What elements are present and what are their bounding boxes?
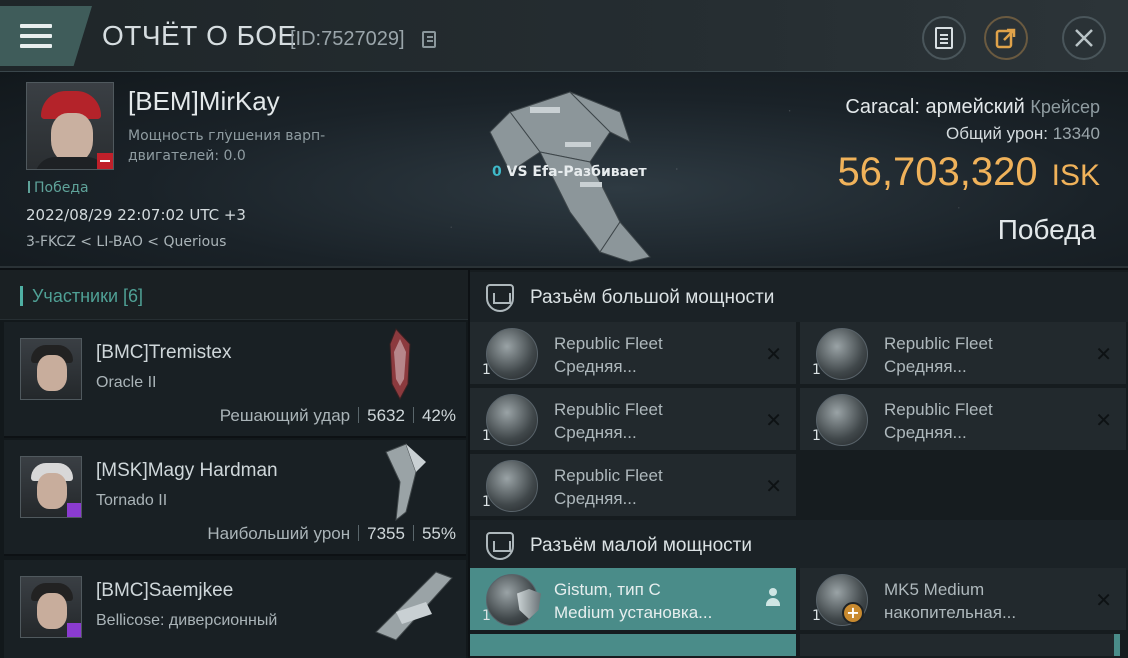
module-quantity: 1 — [812, 428, 821, 444]
notes-icon — [935, 27, 953, 49]
battle-datetime: 2022/08/29 22:07:02 UTC +3 — [26, 206, 246, 224]
victim-ship-name[interactable]: Caracal: армейский Крейсер — [845, 96, 1100, 119]
header-bar: ОТЧЁТ О БОЕ [ID:7527029] — [0, 0, 1128, 72]
participant-ship-image — [389, 328, 411, 401]
victim-name[interactable]: [BEM]MirKay — [128, 86, 280, 117]
participant-name: [BMC]Saemjkee — [96, 580, 234, 601]
destroyed-x-icon: ✕ — [765, 408, 782, 432]
module-item[interactable]: 1 Republic Fleet Средняя... ✕ — [470, 322, 796, 386]
module-item[interactable]: + 1 MK5 Medium накопительная... ✕ — [800, 568, 1126, 632]
vs-attackers-label: 0 VS Efa-Разбивает — [492, 164, 647, 180]
insurance-icon — [67, 503, 81, 517]
module-quantity: 1 — [482, 428, 491, 444]
result-small: Победа — [28, 180, 89, 196]
module-item[interactable]: 1 Republic Fleet Средняя... ✕ — [470, 454, 796, 518]
notes-button[interactable] — [922, 16, 966, 60]
total-damage: Общий урон: 13340 — [945, 124, 1100, 143]
destroyed-x-icon: ✕ — [1095, 408, 1112, 432]
module-name: Republic Fleet Средняя... — [884, 334, 993, 376]
participants-header: Участники [6] — [0, 270, 468, 320]
participant-row[interactable]: [MSK]Magy Hardman Tornado II Наибольший … — [4, 440, 466, 556]
share-button[interactable] — [984, 16, 1028, 60]
participant-ship: Tornado II — [96, 492, 168, 509]
module-item[interactable]: 1 Republic Fleet Средняя... ✕ — [800, 322, 1126, 386]
module-quantity: 1 — [812, 362, 821, 378]
participant-stats: Решающий удар 5632 42% — [219, 406, 456, 425]
low-slot-icon — [486, 532, 514, 560]
page-title: ОТЧЁТ О БОЕ — [102, 20, 297, 51]
close-icon — [1075, 29, 1093, 47]
destroyed-x-icon: ✕ — [1095, 342, 1112, 366]
module-quantity: 1 — [482, 362, 491, 378]
participant-avatar[interactable] — [20, 338, 82, 400]
module-name: Republic Fleet Средняя... — [554, 334, 663, 376]
module-item[interactable]: 1 Republic Fleet Средняя... ✕ — [800, 388, 1126, 452]
victim-info-panel: [BEM]MirKay Мощность глушения варп-двига… — [0, 72, 1128, 268]
close-button[interactable] — [1062, 16, 1106, 60]
high-slot-header: Разъём большой мощности — [470, 272, 1128, 322]
projectile-turret-icon — [816, 394, 868, 446]
projectile-turret-icon — [816, 328, 868, 380]
participant-name: [BMC]Tremistex — [96, 342, 232, 363]
low-slot-header: Разъём малой мощности — [470, 520, 1128, 570]
participant-row[interactable]: [BMC]Saemjkee Bellicose: диверсионный — [4, 560, 466, 658]
victim-avatar[interactable] — [26, 82, 114, 170]
dropped-person-icon — [764, 588, 782, 610]
hamburger-menu-icon — [20, 24, 52, 48]
armor-plate-icon — [486, 574, 541, 626]
copy-icon[interactable] — [422, 31, 436, 48]
module-name: Republic Fleet Средняя... — [884, 400, 993, 442]
module-quantity: 1 — [482, 494, 491, 510]
battle-id: [ID:7527029] — [290, 28, 405, 50]
warp-disruption-label: Мощность глушения варп-двигателей: 0.0 — [128, 128, 326, 164]
module-name: Republic Fleet Средняя... — [554, 400, 663, 442]
module-quantity: 1 — [812, 608, 821, 624]
module-name: MK5 Medium накопительная... — [884, 580, 1017, 622]
battle-location[interactable]: 3-FKCZ < LI-BAO < Querious — [26, 234, 226, 250]
participant-name: [MSK]Magy Hardman — [96, 460, 278, 481]
participant-ship-image — [385, 443, 426, 522]
participant-stats: Наибольший урон 7355 55% — [207, 524, 456, 543]
module-item[interactable]: 1 Gistum, тип C Medium установка... — [470, 568, 796, 632]
standing-minus-icon — [97, 153, 113, 169]
participant-row[interactable]: [BMC]Tremistex Oracle II Решающий удар 56… — [4, 322, 466, 438]
participant-ship: Bellicose: диверсионный — [96, 612, 278, 629]
participant-ship: Oracle II — [96, 374, 157, 391]
participant-avatar[interactable] — [20, 576, 82, 638]
module-item-partial[interactable] — [470, 634, 796, 656]
isk-value: 56,703,320 ISK — [837, 150, 1100, 194]
result-big: Победа — [997, 214, 1096, 245]
menu-button[interactable] — [0, 6, 92, 66]
plus-badge-icon: + — [842, 602, 864, 624]
high-slot-icon — [486, 284, 514, 312]
module-name: Republic Fleet Средняя... — [554, 466, 663, 508]
participant-ship-image — [375, 571, 453, 641]
fitting-panel: Разъём большой мощности 1 Republic Fleet… — [470, 270, 1128, 658]
projectile-turret-icon — [486, 394, 538, 446]
destroyed-x-icon: ✕ — [765, 342, 782, 366]
insurance-icon — [67, 623, 81, 637]
module-name: Gistum, тип C Medium установка... — [554, 580, 713, 622]
module-item-partial[interactable] — [800, 634, 1120, 656]
participants-panel: Участники [6] [BMC]Tremistex Oracle II Р… — [0, 270, 468, 658]
projectile-turret-icon — [486, 328, 538, 380]
projectile-turret-icon — [486, 460, 538, 512]
participant-avatar[interactable] — [20, 456, 82, 518]
destroyed-x-icon: ✕ — [765, 474, 782, 498]
share-icon — [995, 28, 1016, 49]
module-quantity: 1 — [482, 608, 491, 624]
module-item[interactable]: 1 Republic Fleet Средняя... ✕ — [470, 388, 796, 452]
destroyed-x-icon: ✕ — [1095, 588, 1112, 612]
